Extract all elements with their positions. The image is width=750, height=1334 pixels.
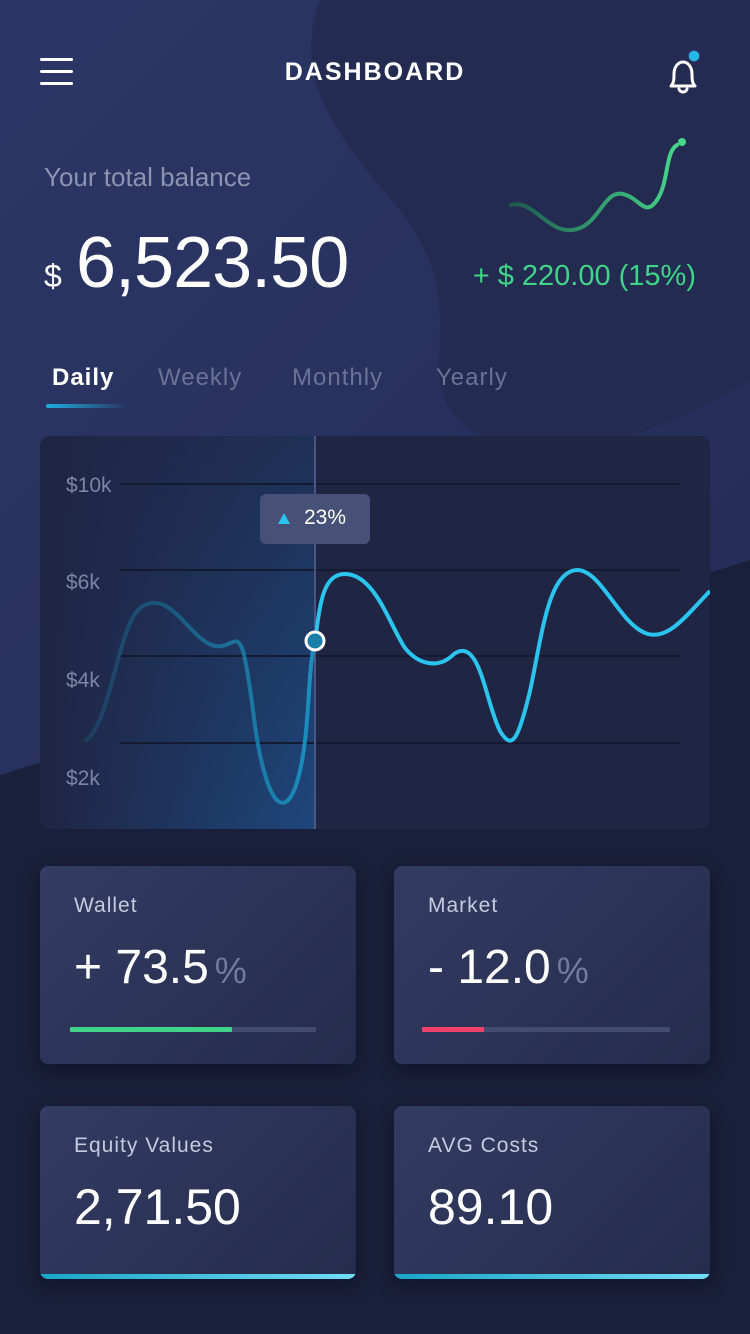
active-tab-indicator [46,404,128,408]
equity-values-card[interactable]: Equity Values 2,71.50 [40,1106,356,1279]
currency-symbol: $ [44,258,62,294]
market-sign: - [428,941,444,994]
equity-value: 2,71.50 [74,1179,241,1235]
balance-trend-sparkline [509,138,686,233]
tab-yearly[interactable]: Yearly [436,364,508,392]
balance-change: + $ 220.00 (15%) [472,260,696,292]
wallet-unit: % [214,950,247,991]
avg-costs-accent-bar [394,1274,710,1279]
y-tick-label: $2k [66,767,100,790]
avg-costs-card[interactable]: AVG Costs 89.10 [394,1106,710,1279]
wallet-card[interactable]: Wallet + 73.5% [40,866,356,1064]
tab-daily[interactable]: Daily [52,364,114,392]
wallet-number: 73.5 [115,941,209,994]
tab-monthly[interactable]: Monthly [292,364,383,392]
y-tick-label: $4k [66,669,100,692]
chart-selected-point [304,630,326,652]
period-tabs: Daily Weekly Monthly Yearly [44,364,704,414]
balance-chart[interactable]: $10k $6k $4k $2k 23% [40,436,710,829]
notification-dot [687,49,701,63]
tooltip-value: 23% [304,506,347,529]
wallet-sign: + [74,941,103,994]
top-bar: DASHBOARD [0,40,750,104]
dashboard-screen: DASHBOARD Your total balance $ 6,523.50 … [0,0,750,1334]
market-label: Market [428,894,499,917]
market-card[interactable]: Market - 12.0% [394,866,710,1064]
market-unit: % [556,950,589,991]
balance-label: Your total balance [44,162,252,192]
wallet-progress-fill [70,1027,233,1032]
wallet-label: Wallet [74,894,138,917]
avg-costs-label: AVG Costs [428,1134,540,1157]
y-tick-label: $6k [66,571,100,594]
balance-value: 6,523.50 [76,223,349,303]
equity-label: Equity Values [74,1134,214,1157]
arrow-up-icon [278,513,290,524]
y-tick-label: $10k [66,474,112,497]
chart-tooltip: 23% [260,494,370,544]
market-value: - 12.0% [428,940,589,995]
market-number: 12.0 [457,941,551,994]
avg-costs-value: 89.10 [428,1179,554,1235]
market-progress-fill [422,1027,484,1032]
wallet-progress-bar [70,1027,316,1032]
equity-accent-bar [40,1274,356,1279]
page-title: DASHBOARD [284,58,466,86]
tab-weekly[interactable]: Weekly [158,364,242,392]
market-progress-bar [422,1027,670,1032]
bell-icon[interactable] [660,48,710,98]
wallet-value: + 73.5% [74,940,247,995]
